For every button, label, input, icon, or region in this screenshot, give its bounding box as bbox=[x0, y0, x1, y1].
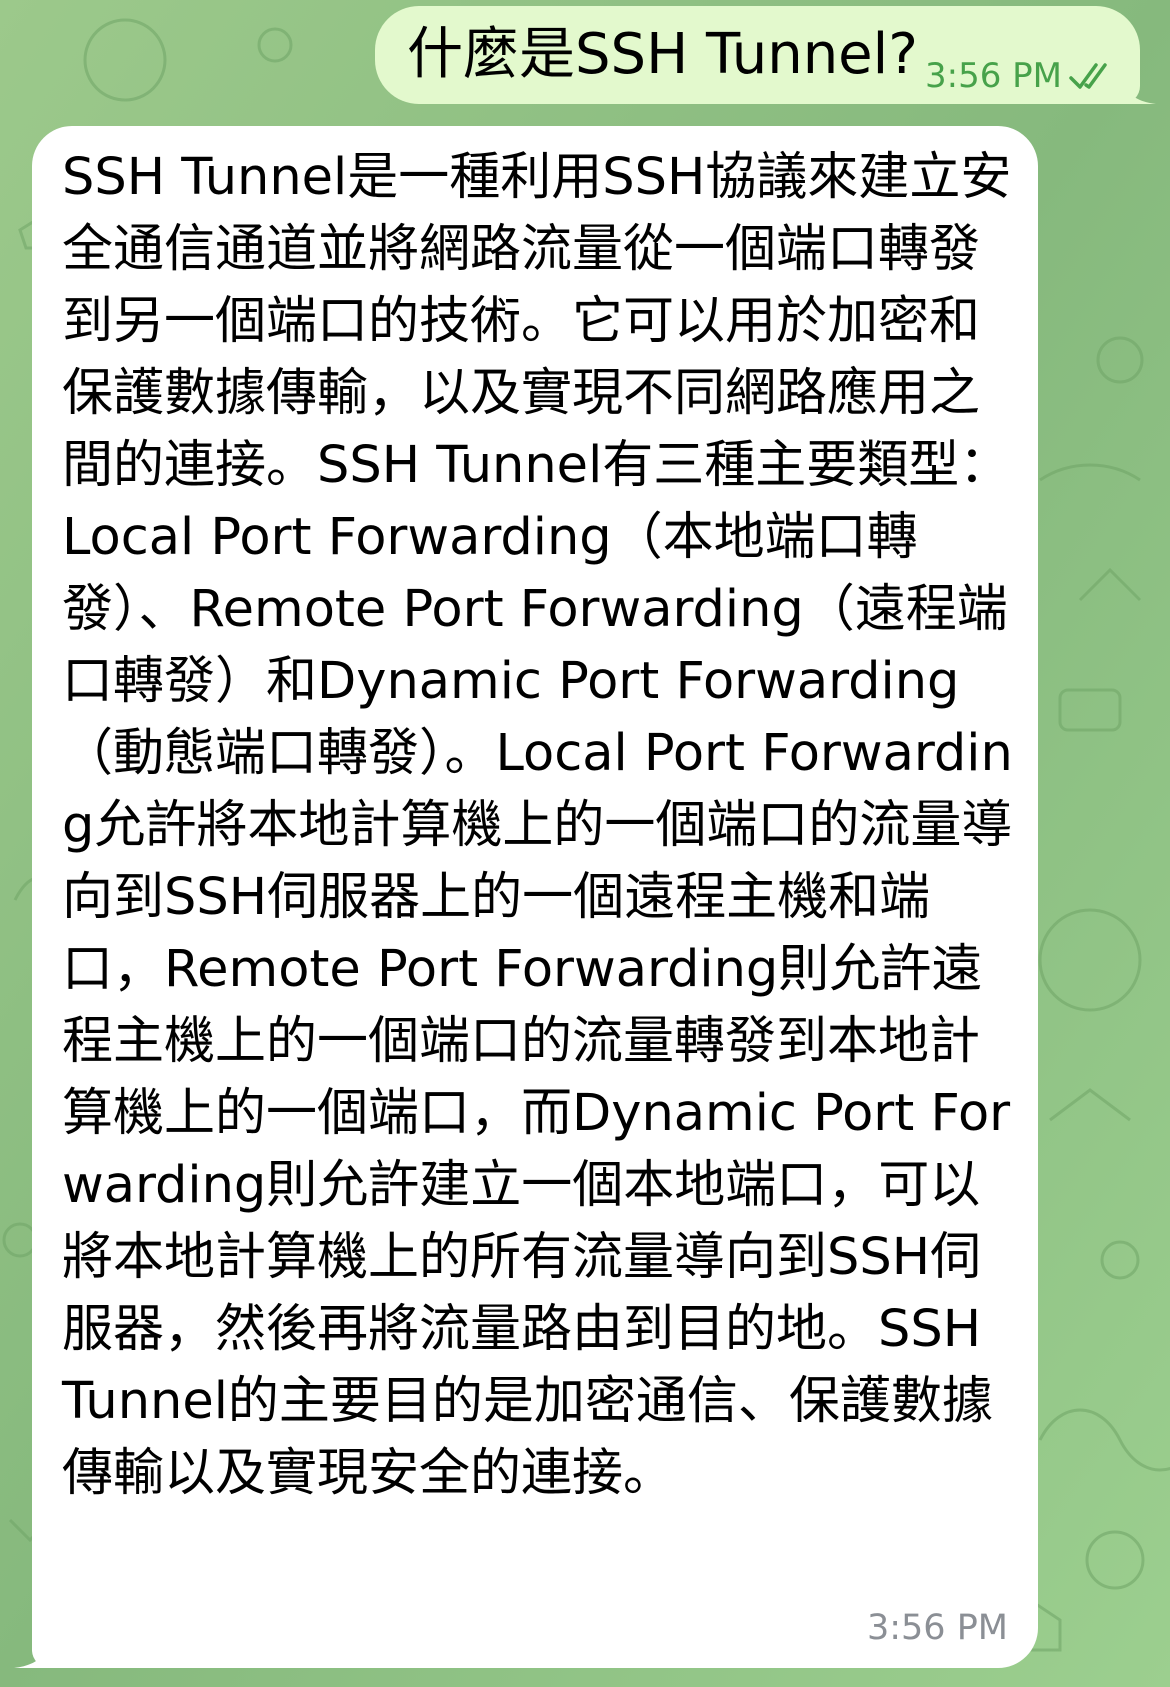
incoming-message-bubble[interactable]: SSH Tunnel是一種利用SSH協議來建立安全通信通道並將網路流量從一個端口… bbox=[14, 126, 1038, 1668]
outgoing-message-meta: 3:56 PM bbox=[925, 56, 1116, 96]
outgoing-message-time: 3:56 PM bbox=[925, 56, 1062, 96]
incoming-message-time: 3:56 PM bbox=[866, 1608, 1008, 1648]
bubble-tail bbox=[14, 1638, 50, 1668]
bubble-tail bbox=[1122, 76, 1156, 104]
incoming-message-text: SSH Tunnel是一種利用SSH協議來建立安全通信通道並將網路流量從一個端口… bbox=[62, 148, 1013, 1503]
outgoing-message-text: 什麼是SSH Tunnel? bbox=[407, 22, 918, 87]
double-check-icon bbox=[1068, 61, 1116, 91]
outgoing-message-bubble[interactable]: 什麼是SSH Tunnel? 3:56 PM bbox=[375, 6, 1156, 104]
